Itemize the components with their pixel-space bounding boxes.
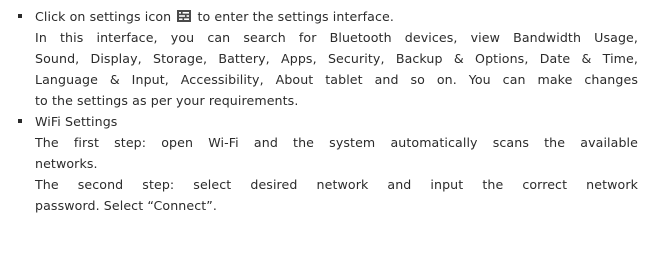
paragraph-line: networks. <box>35 156 98 171</box>
paragraph-line: Sound, Display, Storage, Battery, Apps, … <box>35 51 638 66</box>
paragraph-line: to the settings as per your requirements… <box>35 93 299 108</box>
paragraph-line: In this interface, you can search for Bl… <box>35 30 638 45</box>
bullet-line-1: Click on settings icon to enter the sett… <box>35 6 638 27</box>
wifi-settings-heading: WiFi Settings <box>35 114 118 129</box>
bullet-item-wifi: WiFi Settings The first step: open Wi-Fi… <box>0 111 652 216</box>
settings-instruction-text: Click on settings icon <box>35 9 172 24</box>
paragraph-line: password. Select “Connect”. <box>35 198 218 213</box>
settings-instruction-suffix: to enter the settings interface. <box>197 9 394 24</box>
settings-icon <box>177 7 192 22</box>
bullet-marker <box>18 14 22 18</box>
bullet-item-settings: Click on settings icon to enter the sett… <box>0 6 652 111</box>
document-page: Click on settings icon to enter the sett… <box>0 0 652 213</box>
paragraph-line: Language & Input, Accessibility, About t… <box>35 72 638 87</box>
bullet-marker <box>18 119 22 123</box>
paragraph-line: The second step: select desired network … <box>35 177 638 192</box>
paragraph-line: The first step: open Wi-Fi and the syste… <box>35 135 638 150</box>
